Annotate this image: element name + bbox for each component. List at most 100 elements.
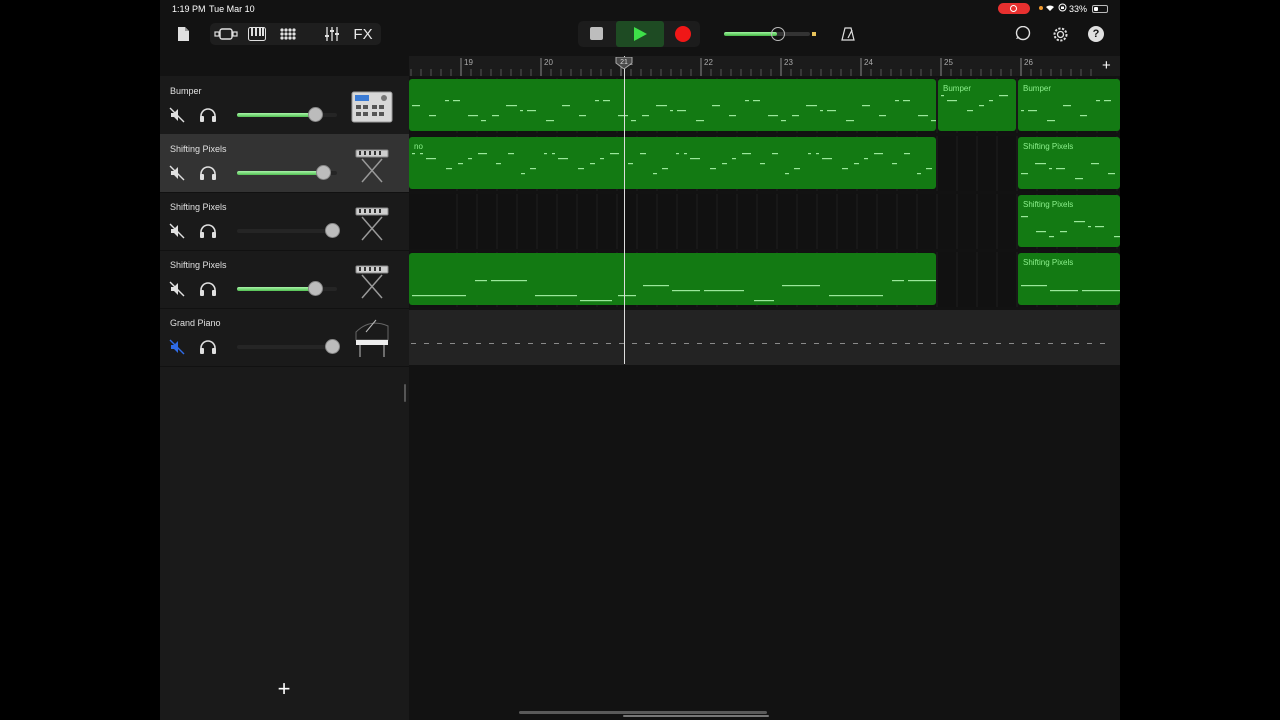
headphones-icon (200, 282, 216, 296)
track-name: Bumper (170, 86, 202, 96)
solo-button[interactable] (199, 223, 217, 239)
lane-grid (456, 194, 1118, 249)
solo-button[interactable] (199, 281, 217, 297)
speaker-muted-icon (169, 165, 185, 181)
track-headers-panel: Bumper Shifting Pixels Shifting Pixels S… (160, 76, 409, 720)
track-header[interactable]: Shifting Pixels (160, 134, 409, 193)
mute-button[interactable] (169, 165, 185, 181)
track-volume-slider[interactable] (237, 165, 337, 180)
orientation-lock-icon (1058, 3, 1067, 14)
scroll-indicator (623, 715, 769, 717)
mute-button[interactable] (169, 281, 185, 297)
metronome-icon[interactable] (839, 23, 857, 45)
track-volume-slider[interactable] (237, 223, 340, 238)
keyboard-stand-icon[interactable] (350, 198, 394, 244)
mixer-sliders-icon[interactable] (323, 23, 341, 45)
track-header[interactable]: Bumper (160, 76, 409, 135)
track-name: Grand Piano (170, 318, 221, 328)
add-section-button[interactable]: + (1102, 57, 1111, 74)
ruler-bar-number: 20 (544, 58, 553, 67)
playhead[interactable] (624, 56, 625, 364)
volume-fill (237, 287, 315, 291)
mute-button[interactable] (169, 107, 185, 123)
track-name: Shifting Pixels (170, 260, 227, 270)
wifi-icon (1045, 3, 1055, 14)
volume-track (237, 229, 337, 233)
mute-button[interactable] (169, 339, 185, 355)
headphones-icon (200, 166, 216, 180)
track-header[interactable]: Grand Piano (160, 308, 409, 367)
midi-notes (411, 343, 1105, 344)
help-glyph: ? (1088, 26, 1104, 42)
loop-icon[interactable] (1013, 23, 1033, 45)
speaker-muted-icon (169, 339, 185, 355)
drum-machine-icon[interactable] (350, 82, 394, 128)
midi-region[interactable]: Bumper (1018, 79, 1120, 131)
midi-region[interactable]: Shifting Pixels (1018, 253, 1120, 305)
ruler-bar-number: 19 (464, 58, 473, 67)
track-lane[interactable] (409, 194, 1120, 249)
track-name: Shifting Pixels (170, 202, 227, 212)
midi-region[interactable]: Bumper (938, 79, 1016, 131)
settings-icon[interactable] (1050, 23, 1070, 45)
volume-knob[interactable] (325, 223, 340, 238)
home-indicator[interactable] (519, 711, 767, 714)
play-icon (634, 27, 647, 41)
tracks-view-icon[interactable] (213, 23, 239, 45)
record-button[interactable] (675, 26, 691, 42)
track-volume-slider[interactable] (237, 107, 337, 122)
panel-resize-handle[interactable] (404, 384, 406, 402)
grand-piano-icon[interactable] (350, 314, 394, 360)
midi-region[interactable]: Shifting Pixels (1018, 137, 1120, 189)
keyboard-stand-icon[interactable] (350, 256, 394, 302)
screen-recording-indicator[interactable] (998, 3, 1030, 14)
midi-region[interactable] (409, 253, 936, 305)
headphones-icon (200, 340, 216, 354)
garageband-window: 1:19 PM Tue Mar 10 33% FX ? Bumper Shift… (160, 0, 1120, 720)
help-icon[interactable]: ? (1087, 23, 1105, 45)
level-meter (812, 32, 816, 36)
master-volume-slider[interactable] (724, 27, 816, 41)
ruler-bar-number: 25 (944, 58, 953, 67)
midi-notes (412, 153, 932, 175)
midi-region[interactable] (409, 79, 936, 131)
toolbar: FX ? (160, 16, 1120, 52)
track-header[interactable]: Shifting Pixels (160, 192, 409, 251)
timeline-ruler[interactable]: 19 20 21 22 23 24 25 26 + (409, 56, 1120, 76)
document-icon[interactable] (175, 23, 191, 45)
ruler-ticks (410, 58, 1092, 76)
volume-track (237, 345, 337, 349)
volume-knob[interactable] (316, 165, 331, 180)
track-lanes: Bumper Bumper no Shifting Pixels Shiftin… (409, 78, 1120, 366)
battery-percent: 33% (1069, 4, 1088, 14)
speaker-muted-icon (169, 281, 185, 297)
solo-button[interactable] (199, 165, 217, 181)
track-volume-slider[interactable] (237, 339, 340, 354)
volume-knob[interactable] (308, 107, 323, 122)
midi-region[interactable]: no (409, 137, 936, 189)
midi-region[interactable]: Shifting Pixels (1018, 195, 1120, 247)
fx-button[interactable]: FX (350, 23, 376, 45)
keyboard-icon[interactable] (247, 23, 267, 45)
region-label: Shifting Pixels (1023, 258, 1074, 267)
mute-button[interactable] (169, 223, 185, 239)
midi-notes (412, 100, 936, 122)
stop-button[interactable] (590, 27, 603, 40)
play-button[interactable] (616, 21, 664, 47)
master-volume-knob[interactable] (771, 27, 785, 41)
speaker-muted-icon (169, 107, 185, 123)
track-header[interactable]: Shifting Pixels (160, 250, 409, 309)
grid-icon[interactable] (278, 23, 298, 45)
solo-button[interactable] (199, 107, 217, 123)
volume-knob[interactable] (325, 339, 340, 354)
add-track-button[interactable]: + (276, 678, 292, 700)
playhead-handle[interactable]: 21 (615, 57, 633, 69)
keyboard-stand-icon[interactable] (350, 140, 394, 186)
battery-icon (1092, 5, 1108, 13)
track-lane[interactable] (409, 310, 1120, 365)
track-volume-slider[interactable] (237, 281, 337, 296)
solo-button[interactable] (199, 339, 217, 355)
status-date: Tue Mar 10 (209, 4, 255, 14)
track-name: Shifting Pixels (170, 144, 227, 154)
volume-knob[interactable] (308, 281, 323, 296)
